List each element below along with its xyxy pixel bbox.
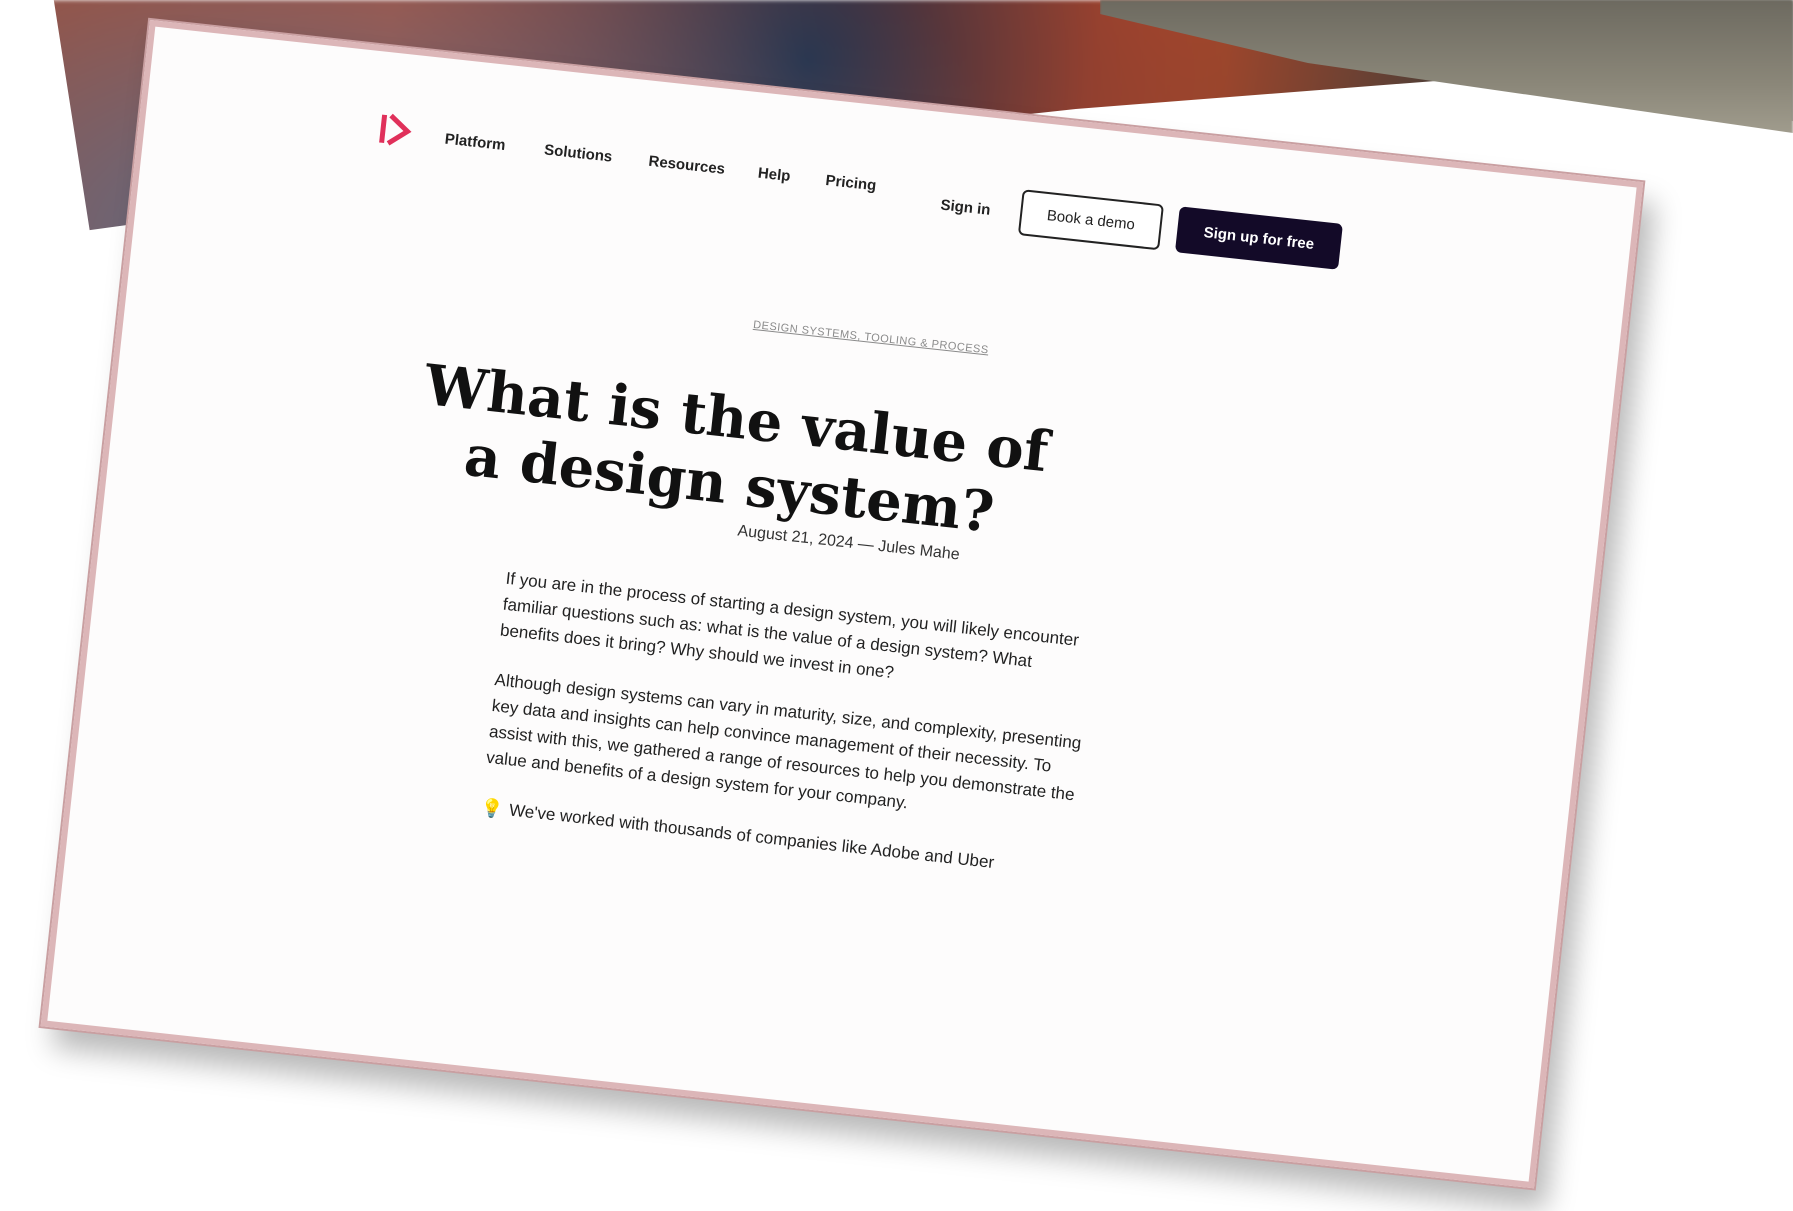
nav-solutions[interactable]: Solutions [543, 141, 613, 165]
nav-help[interactable]: Help [757, 165, 791, 185]
nav-pricing[interactable]: Pricing [825, 172, 877, 194]
nav-resources[interactable]: Resources [648, 153, 726, 178]
lightbulb-icon: 💡 [479, 797, 505, 820]
sign-up-button[interactable]: Sign up for free [1174, 206, 1343, 270]
article-body: If you are in the process of starting a … [479, 566, 1093, 884]
nav-platform[interactable]: Platform [444, 131, 506, 154]
book-demo-button[interactable]: Book a demo [1017, 189, 1164, 251]
tag-links[interactable]: DESIGN SYSTEMS, TOOLING & PROCESS [753, 319, 990, 357]
sign-in-link[interactable]: Sign in [940, 197, 992, 219]
logo-icon[interactable] [376, 111, 413, 148]
website-page-card: Platform Solutions Resources Help Pricin… [40, 20, 1644, 1189]
